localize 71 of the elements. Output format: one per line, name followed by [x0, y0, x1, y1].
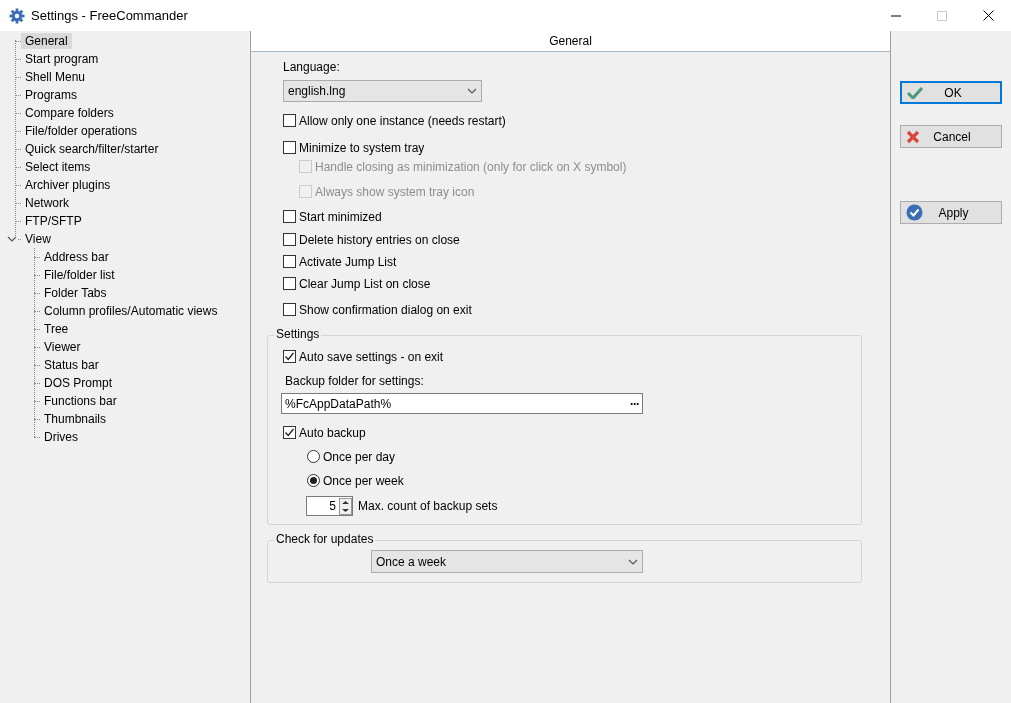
language-label: Language: — [283, 60, 341, 75]
option-label: Handle closing as minimization (only for click on X symbol) — [315, 158, 627, 176]
checkbox[interactable] — [283, 233, 296, 246]
radio-button[interactable] — [307, 474, 320, 487]
panel-title: General — [549, 33, 592, 50]
option-label: Minimize to system tray — [299, 139, 425, 157]
backup-folder-field[interactable]: %FcAppDataPath% ··· — [281, 393, 643, 414]
tree-item[interactable]: Tree — [40, 321, 73, 337]
spin-arrows-icon[interactable] — [339, 497, 352, 515]
tree-item[interactable]: Archiver plugins — [21, 177, 115, 193]
radio-button[interactable] — [307, 450, 320, 463]
count-spinner[interactable]: 5 — [306, 496, 353, 516]
tree-item[interactable]: Viewer — [40, 339, 85, 355]
tree-item[interactable]: View — [21, 231, 55, 247]
tree-item[interactable]: Start program — [21, 51, 103, 67]
tree-item[interactable]: Select items — [21, 159, 95, 175]
checkbox[interactable] — [283, 303, 296, 316]
checkbox[interactable] — [283, 210, 296, 223]
tree-item[interactable]: File/folder list — [40, 267, 119, 283]
dialog-button[interactable]: OK — [900, 81, 1002, 104]
option-label: Start minimized — [299, 208, 382, 226]
checkbox[interactable] — [283, 277, 296, 290]
tree-item[interactable]: Network — [21, 195, 73, 211]
dropdown-caret-icon — [467, 88, 477, 94]
radio-label: Once per week — [323, 472, 404, 490]
checkbox[interactable] — [283, 114, 296, 127]
update-frequency-dropdown[interactable]: Once a week — [371, 550, 643, 573]
tree-item[interactable]: Drives — [40, 429, 82, 445]
tree-item[interactable]: Compare folders — [21, 105, 118, 121]
tree-item[interactable]: Column profiles/Automatic views — [40, 303, 222, 319]
option-label: Activate Jump List — [299, 253, 397, 271]
tree-item[interactable]: Programs — [21, 87, 81, 103]
option-label: Auto backup — [299, 424, 366, 442]
checkbox[interactable] — [283, 426, 296, 439]
option-label: Show confirmation dialog on exit — [299, 301, 472, 319]
tree-item[interactable]: File/folder operations — [21, 123, 142, 139]
checkbox[interactable] — [283, 255, 296, 268]
checkbox[interactable] — [283, 350, 296, 363]
tree-item[interactable]: Thumbnails — [40, 411, 111, 427]
option-label: Clear Jump List on close — [299, 275, 431, 293]
group-title: Settings — [274, 327, 322, 342]
check-circle-icon — [906, 204, 923, 221]
window-title: Settings - FreeCommander — [31, 6, 188, 25]
tree-item[interactable]: General — [21, 33, 72, 49]
option-label: Auto save settings - on exit — [299, 348, 444, 366]
gear-icon — [9, 7, 25, 24]
checkbox[interactable] — [283, 141, 296, 154]
tree-item[interactable]: Quick search/filter/starter — [21, 141, 163, 157]
checkmark-icon — [907, 86, 923, 99]
tree-item[interactable]: Address bar — [40, 249, 113, 265]
browse-button[interactable]: ··· — [630, 394, 639, 413]
tree-item[interactable]: Status bar — [40, 357, 103, 373]
dialog-button[interactable]: Apply — [900, 201, 1002, 224]
dropdown-caret-icon — [628, 558, 638, 565]
tree-item[interactable]: FTP/SFTP — [21, 213, 86, 229]
option-label: Allow only one instance (needs restart) — [299, 112, 506, 130]
max-count-label: Max. count of backup sets — [358, 498, 498, 515]
language-dropdown[interactable]: english.lng — [283, 80, 482, 102]
tree-item[interactable]: Folder Tabs — [40, 285, 111, 301]
close-icon[interactable] — [983, 10, 994, 21]
radio-label: Once per day — [323, 448, 396, 466]
collapse-icon[interactable] — [7, 236, 17, 242]
option-label: Always show system tray icon — [315, 183, 475, 201]
tree-item[interactable]: DOS Prompt — [40, 375, 116, 391]
backup-folder-label: Backup folder for settings: — [285, 374, 425, 389]
tree-item[interactable]: Functions bar — [40, 393, 121, 409]
option-label: Delete history entries on close — [299, 231, 460, 249]
cross-icon — [906, 129, 920, 144]
group-title: Check for updates — [274, 532, 376, 547]
dialog-button[interactable]: Cancel — [900, 125, 1002, 148]
tree-item[interactable]: Shell Menu — [21, 69, 90, 85]
